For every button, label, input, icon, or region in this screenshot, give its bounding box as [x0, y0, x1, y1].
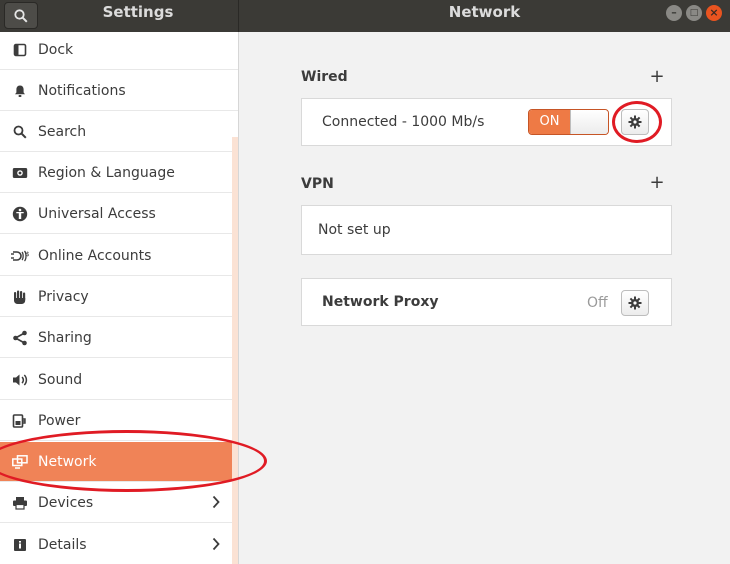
sidebar-item-dock[interactable]: Dock [0, 32, 238, 70]
search-icon [0, 125, 38, 139]
plus-icon: + [649, 66, 665, 87]
add-wired-button[interactable]: + [649, 66, 665, 87]
chevron-right-icon [212, 495, 220, 513]
sidebar-item-sharing[interactable]: Sharing [0, 318, 238, 358]
wired-connection-row: Connected - 1000 Mb/s ON [301, 98, 672, 146]
sidebar-item-online-accounts[interactable]: $ Online Accounts [0, 236, 238, 276]
vpn-section-title: VPN [301, 176, 334, 192]
gear-icon [628, 115, 642, 129]
sidebar: Dock Notifications Search Region & Langu… [0, 32, 238, 564]
online-accounts-icon: $ [0, 249, 38, 263]
network-proxy-row[interactable]: Network Proxy Off [301, 278, 672, 326]
svg-text:$: $ [26, 251, 29, 258]
sidebar-item-label: Details [38, 537, 87, 553]
accessibility-icon [0, 206, 38, 222]
hand-icon [0, 289, 38, 305]
network-proxy-status: Off [587, 295, 608, 311]
network-icon [0, 454, 38, 469]
sidebar-item-label: Sound [38, 371, 83, 388]
toggle-on-label: ON [529, 110, 570, 134]
sidebar-item-power[interactable]: Power [0, 401, 238, 441]
minimize-button[interactable]: – [666, 5, 682, 21]
sidebar-item-sound[interactable]: Sound [0, 360, 238, 400]
sidebar-item-privacy[interactable]: Privacy [0, 277, 238, 317]
minimize-icon: – [671, 6, 677, 19]
printer-icon [0, 496, 38, 510]
sidebar-item-universal-access[interactable]: Universal Access [0, 194, 238, 234]
sidebar-item-devices[interactable]: Devices [0, 483, 238, 523]
sidebar-item-label: Notifications [38, 82, 126, 99]
chevron-right-icon [212, 537, 220, 555]
share-icon [0, 330, 38, 346]
panel-title: Network [448, 3, 521, 21]
sidebar-item-label: Privacy [38, 288, 89, 305]
wired-section-title: Wired [301, 69, 348, 85]
speaker-icon [0, 373, 38, 387]
maximize-icon: □ [689, 8, 699, 18]
toggle-knob[interactable] [570, 110, 608, 134]
sidebar-item-label: Sharing [38, 329, 92, 346]
vpn-empty-label: Not set up [318, 222, 391, 238]
plug-icon [0, 413, 38, 429]
plus-icon: + [649, 172, 665, 193]
bell-icon [0, 84, 38, 98]
maximize-button[interactable]: □ [686, 5, 702, 21]
sidebar-item-details[interactable]: Details [0, 525, 238, 564]
sidebar-item-search[interactable]: Search [0, 112, 238, 152]
sidebar-item-label: Power [38, 412, 81, 429]
add-vpn-button[interactable]: + [649, 172, 665, 193]
close-icon: × [709, 6, 719, 19]
sidebar-item-label: Online Accounts [38, 247, 152, 264]
sidebar-item-network[interactable]: Network [0, 442, 238, 482]
vpn-row: Not set up [301, 205, 672, 255]
network-proxy-label: Network Proxy [322, 294, 439, 310]
network-panel: Wired + Connected - 1000 Mb/s ON VPN + N… [239, 32, 730, 564]
gear-icon [628, 296, 642, 310]
camera-icon [0, 167, 38, 179]
network-proxy-settings-button[interactable] [621, 290, 649, 316]
sidebar-item-notifications[interactable]: Notifications [0, 71, 238, 111]
sidebar-item-label: Dock [38, 41, 74, 58]
settings-title: Settings [102, 3, 174, 21]
details-icon [0, 538, 38, 552]
sidebar-item-label: Region & Language [38, 164, 175, 181]
window-controls: – □ × [666, 5, 722, 21]
close-button[interactable]: × [706, 5, 722, 21]
wired-settings-button[interactable] [621, 109, 649, 135]
dock-icon [0, 43, 38, 57]
sidebar-item-label: Universal Access [38, 205, 156, 222]
sidebar-item-label: Network [38, 453, 97, 470]
sidebar-item-label: Search [38, 123, 87, 140]
search-icon [14, 8, 28, 23]
sidebar-item-label: Devices [38, 494, 94, 511]
wired-toggle[interactable]: ON [528, 109, 609, 135]
search-button[interactable] [4, 2, 38, 29]
title-bar: Settings Network – □ × [0, 0, 730, 32]
sidebar-item-region-language[interactable]: Region & Language [0, 153, 238, 193]
wired-status: Connected - 1000 Mb/s [322, 114, 485, 130]
